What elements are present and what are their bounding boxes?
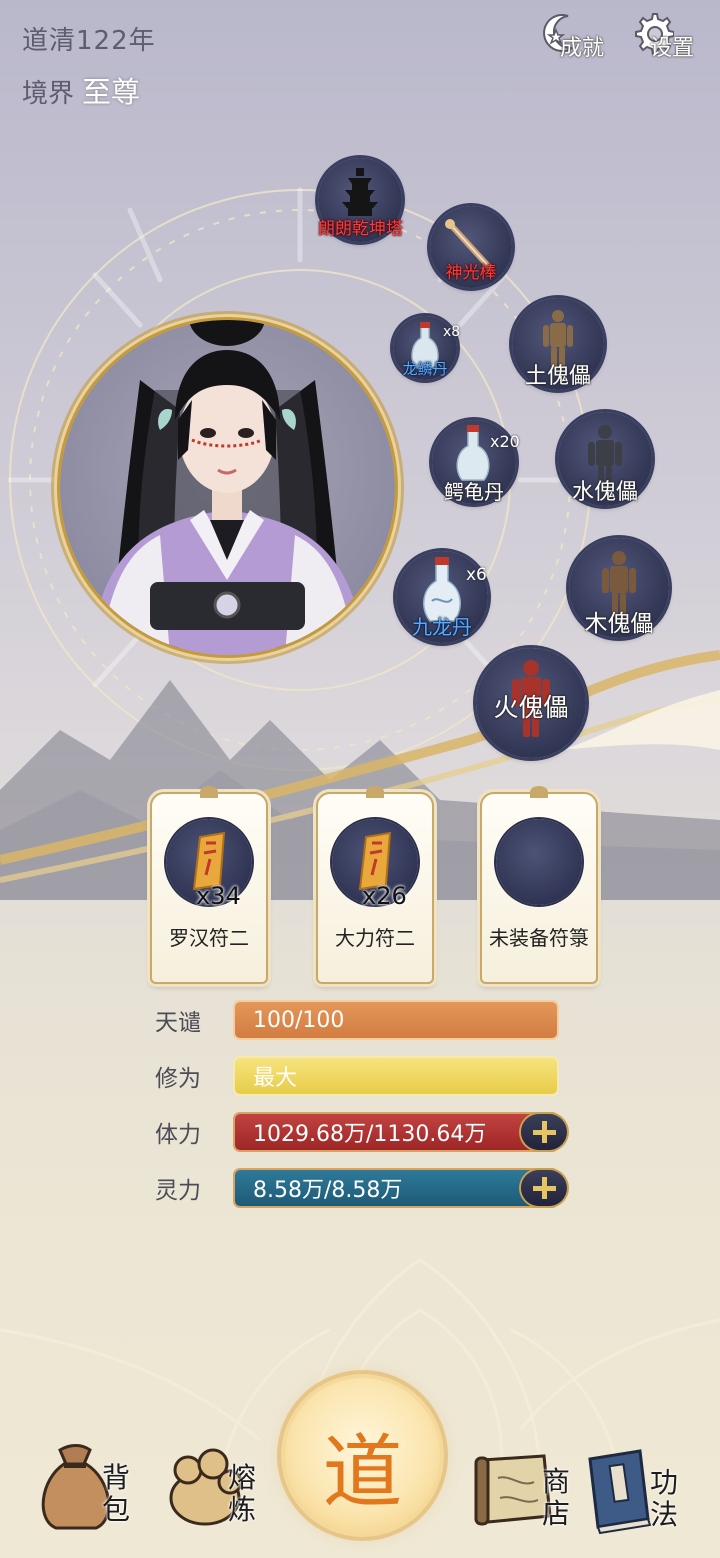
stat-value: 8.58万/8.58万 <box>253 1178 403 1203</box>
stat-bar: 100/100 <box>235 1002 557 1038</box>
nav-label: 商店 <box>542 1465 571 1530</box>
dao-glyph: 道 <box>322 1426 403 1519</box>
equip-item-staff[interactable]: 神光棒 <box>430 206 512 288</box>
equip-name: 火傀儡 <box>493 693 569 722</box>
stat-label: 天谴 <box>155 1010 201 1036</box>
add-stamina-button[interactable] <box>521 1114 567 1150</box>
equip-item-wood-puppet[interactable]: 木傀儡 <box>569 538 669 638</box>
equip-name: 木傀儡 <box>584 611 654 637</box>
realm-row: 境界 至尊 <box>22 69 156 111</box>
settings-label: 设置 <box>650 36 695 61</box>
card-ornament <box>200 786 218 798</box>
stat-row-spirit: 灵力 8.58万/8.58万 <box>155 1168 567 1208</box>
equip-name: 朗朗乾坤塔 <box>318 219 403 239</box>
stat-value: 100/100 <box>253 1007 345 1033</box>
talisman-slot-1[interactable]: x34 罗汉符二 <box>150 786 268 984</box>
card-ornament <box>366 786 384 798</box>
stat-row-stamina: 体力 1029.68万/1130.64万 <box>155 1112 567 1152</box>
era-year: 道清122年 <box>22 26 156 56</box>
realm-label: 境界 <box>22 79 75 109</box>
stat-label: 修为 <box>155 1066 201 1092</box>
nav-bag[interactable]: 背包 <box>30 1440 140 1540</box>
settings-button[interactable]: 设置 <box>632 8 712 62</box>
book-icon <box>588 1449 652 1535</box>
nav-label: 熔炼 <box>228 1461 257 1526</box>
equip-count: x8 <box>443 324 461 340</box>
equip-name: 神光棒 <box>445 263 497 283</box>
nav-refine[interactable]: 熔炼 <box>158 1440 268 1540</box>
card-ornament <box>530 786 548 798</box>
equip-name: 鳄龟丹 <box>444 480 504 504</box>
stat-bar: 1029.68万/1130.64万 <box>235 1114 567 1150</box>
stat-row-tianqian: 天谴 100/100 <box>155 1000 557 1040</box>
talisman-icon-frame <box>496 819 582 905</box>
equip-item-pagoda[interactable]: 朗朗乾坤塔 <box>318 158 403 242</box>
player-info: 道清122年 境界 至尊 <box>22 20 156 111</box>
equip-name: 龙鳞丹 <box>402 360 448 378</box>
equip-name: 土傀儡 <box>524 364 591 389</box>
stat-value: 最大 <box>253 1066 298 1091</box>
talisman-count: x26 <box>362 882 407 910</box>
equip-item-earth-puppet[interactable]: 土傀儡 <box>512 298 604 390</box>
equip-count: x20 <box>490 432 520 451</box>
character-avatar <box>90 320 365 655</box>
equip-name: 九龙丹 <box>412 615 472 639</box>
achievements-button[interactable]: 成就 <box>542 8 622 62</box>
equip-count: x6 <box>466 565 487 585</box>
add-spirit-button[interactable] <box>521 1170 567 1206</box>
stat-label: 灵力 <box>155 1178 201 1204</box>
nav-shop[interactable]: 商店 <box>470 1448 580 1543</box>
nav-skills[interactable]: 功法 <box>578 1445 698 1545</box>
stat-value: 1029.68万/1130.64万 <box>253 1122 487 1147</box>
talisman-count: x34 <box>196 882 241 910</box>
talisman-name: 大力符二 <box>335 926 415 950</box>
equip-item-turtle-pill[interactable]: x20 鳄龟丹 <box>432 420 520 504</box>
character-portrait[interactable] <box>60 320 395 655</box>
talisman-name: 罗汉符二 <box>169 926 249 950</box>
dao-main-button[interactable]: 道 <box>285 1378 440 1533</box>
stat-row-cultivation: 修为 最大 <box>155 1056 557 1096</box>
nav-label: 背包 <box>102 1461 131 1526</box>
equip-item-nine-dragon-pill[interactable]: x6 九龙丹 <box>396 551 488 643</box>
stat-bar: 8.58万/8.58万 <box>235 1170 567 1206</box>
talisman-name: 未装备符箓 <box>489 926 589 950</box>
achievements-label: 成就 <box>560 36 605 61</box>
talisman-slot-3[interactable]: 未装备符箓 <box>480 786 598 984</box>
stat-bar: 最大 <box>235 1058 557 1094</box>
equip-item-fire-puppet[interactable]: 火傀儡 <box>476 648 586 758</box>
equip-name: 水傀儡 <box>571 480 638 505</box>
talisman-slot-2[interactable]: x26 大力符二 <box>316 786 434 984</box>
nav-label: 功法 <box>650 1466 679 1531</box>
realm-value: 至尊 <box>82 75 141 109</box>
equip-item-dragon-scale-pill[interactable]: x8 龙鳞丹 <box>393 316 461 380</box>
equip-item-water-puppet[interactable]: 水傀儡 <box>558 412 652 506</box>
stat-label: 体力 <box>155 1122 201 1148</box>
